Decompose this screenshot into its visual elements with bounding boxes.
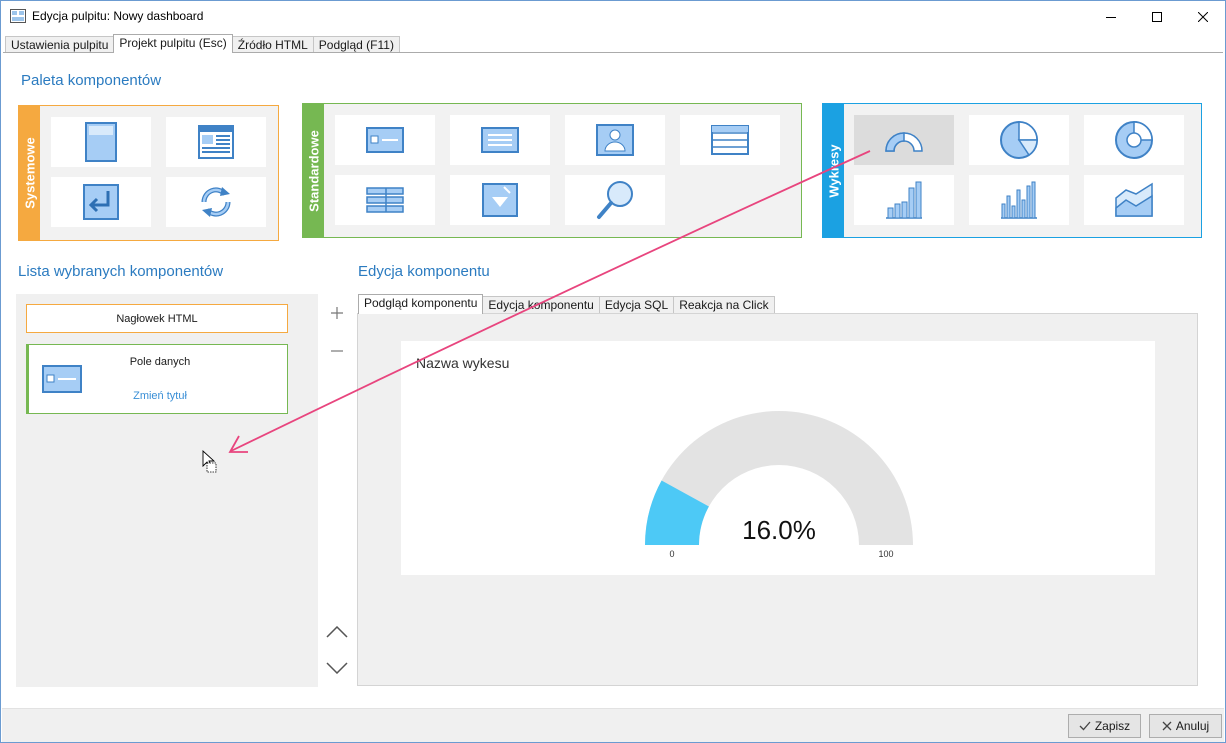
text-icon: [481, 127, 519, 153]
cancel-button[interactable]: Anuluj: [1149, 714, 1222, 738]
refresh-icon: [201, 187, 231, 217]
list-icon: [366, 187, 404, 213]
donut-chart-icon: [1115, 121, 1153, 159]
maximize-button[interactable]: [1134, 1, 1180, 32]
group-label-system: Systemowe: [19, 106, 40, 240]
area-chart-icon: [1115, 182, 1153, 217]
group-label-standard: Standardowe: [303, 104, 324, 237]
minus-icon: [331, 350, 343, 352]
bar-chart-icon: [886, 181, 922, 219]
close-icon: [1198, 11, 1208, 22]
tile-dropdown[interactable]: [450, 175, 550, 225]
close-button[interactable]: [1180, 1, 1226, 32]
save-button[interactable]: Zapisz: [1068, 714, 1141, 738]
gauge-min-label: 0: [669, 549, 674, 559]
tab-dashboard-design[interactable]: Projekt pulpitu (Esc): [113, 34, 233, 53]
table-icon: [711, 125, 749, 155]
search-icon: [597, 181, 633, 219]
page-icon: [85, 122, 117, 162]
tab-sql-edit[interactable]: Edycja SQL: [598, 296, 675, 314]
pie-chart-icon: [1000, 121, 1038, 159]
tile-person[interactable]: [565, 115, 665, 165]
layout-icon: [198, 125, 234, 159]
tab-click-reaction[interactable]: Reakcja na Click: [673, 296, 775, 314]
gauge-value-label: 16.0%: [742, 515, 816, 545]
bottom-bar: [2, 708, 1224, 742]
tile-gauge-chart[interactable]: [854, 115, 954, 165]
data-field-icon: [42, 365, 82, 393]
tile-text[interactable]: [450, 115, 550, 165]
chart-title: Nazwa wykesu: [416, 355, 509, 371]
tile-refresh[interactable]: [166, 177, 266, 227]
tile-page[interactable]: [51, 117, 151, 167]
cancel-label: Anuluj: [1175, 719, 1210, 733]
tab-component-preview[interactable]: Podgląd komponentu: [358, 294, 484, 314]
check-icon: [1079, 721, 1091, 731]
tab-component-edit[interactable]: Edycja komponentu: [482, 296, 600, 314]
tab-dashboard-settings[interactable]: Ustawienia pulpitu: [5, 36, 115, 53]
chevron-up-icon: [326, 626, 348, 638]
palette-group-standard: Standardowe: [302, 103, 802, 238]
tile-list[interactable]: [335, 175, 435, 225]
chart-card: Nazwa wykesu 16.0% 0 100: [401, 341, 1155, 575]
tile-layout[interactable]: [166, 117, 266, 167]
save-label: Zapisz: [1094, 719, 1131, 733]
tile-donut-chart[interactable]: [1084, 115, 1184, 165]
chevron-down-icon: [326, 662, 348, 674]
remove-button[interactable]: [325, 339, 349, 363]
list-item-label: Pole danych: [129, 356, 191, 368]
list-item-data-field[interactable]: Pole danych Zmień tytuł: [26, 344, 288, 414]
return-icon: [83, 184, 119, 220]
palette-group-system: Systemowe: [18, 105, 279, 241]
title-bar: Edycja pulpitu: Nowy dashboard: [1, 1, 1225, 32]
tile-search[interactable]: [565, 175, 665, 225]
tile-pie-chart[interactable]: [969, 115, 1069, 165]
tile-bar-chart[interactable]: [854, 175, 954, 225]
gauge-chart-icon: [885, 132, 923, 152]
plus-icon: [331, 307, 343, 319]
maximize-icon: [1152, 11, 1162, 22]
editor-tabs: Podgląd komponentu Edycja komponentu Edy…: [358, 294, 775, 314]
palette-group-charts: Wykresy: [822, 103, 1202, 238]
rename-link[interactable]: Zmień tytuł: [29, 390, 291, 402]
person-icon: [596, 124, 634, 156]
dropdown-icon: [482, 183, 518, 217]
move-up-button[interactable]: [325, 620, 349, 644]
tab-html-source[interactable]: Źródło HTML: [231, 36, 314, 53]
tile-return[interactable]: [51, 177, 151, 227]
list-item-html-header[interactable]: Nagłowek HTML: [26, 304, 288, 333]
tab-preview[interactable]: Podgląd (F11): [312, 36, 400, 53]
tile-data-field[interactable]: [335, 115, 435, 165]
tile-area-chart[interactable]: [1084, 175, 1184, 225]
cancel-icon: [1162, 721, 1172, 731]
group-label-charts: Wykresy: [823, 104, 844, 237]
dialog-window: Edycja pulpitu: Nowy dashboard Ustawieni…: [0, 0, 1226, 743]
tile-column-chart[interactable]: [969, 175, 1069, 225]
column-chart-icon: [1001, 181, 1037, 219]
window-title: Edycja pulpitu: Nowy dashboard: [32, 9, 204, 23]
main-tabs: Ustawienia pulpitu Projekt pulpitu (Esc)…: [5, 34, 400, 53]
add-button[interactable]: [325, 301, 349, 325]
minimize-icon: [1106, 16, 1116, 18]
list-title: Lista wybranych komponentów: [18, 263, 224, 280]
list-item-label: Nagłowek HTML: [116, 312, 198, 325]
data-field-icon: [366, 127, 404, 153]
gauge-max-label: 100: [878, 549, 893, 559]
minimize-button[interactable]: [1088, 1, 1134, 32]
tile-table[interactable]: [680, 115, 780, 165]
selected-components-panel: Nagłowek HTML Pole danych Zmień tytuł: [16, 294, 318, 687]
app-icon: [10, 9, 26, 23]
palette-title: Paleta komponentów: [21, 72, 162, 89]
move-down-button[interactable]: [325, 656, 349, 680]
gauge-chart: Nazwa wykesu 16.0% 0 100: [416, 355, 913, 559]
editor-title: Edycja komponentu: [358, 263, 490, 280]
